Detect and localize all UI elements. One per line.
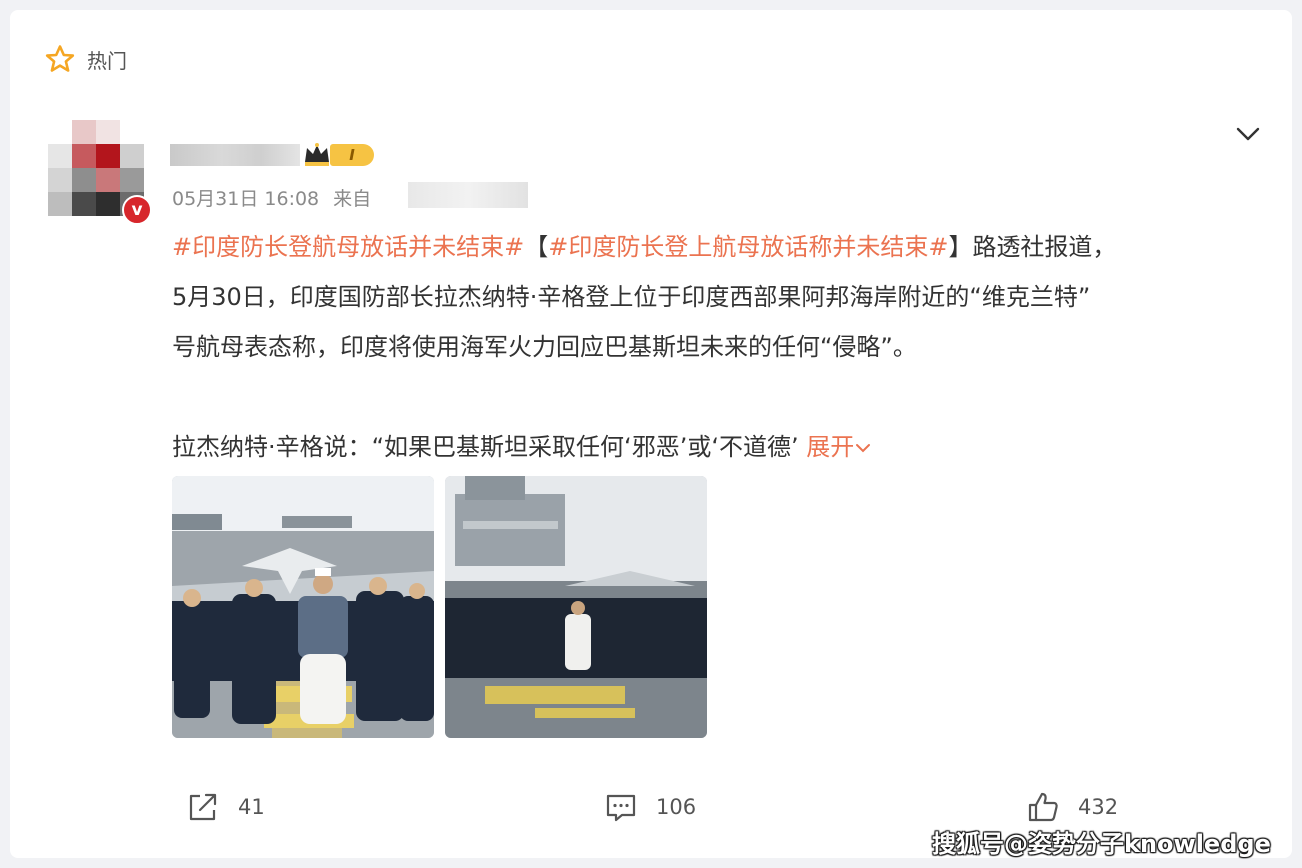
- watermark: 搜狐号@姿势分子knowledge: [932, 830, 1271, 858]
- level-badge: I: [330, 144, 374, 166]
- like-icon: [1028, 792, 1058, 822]
- post-text-line: 路透社报道，: [972, 233, 1117, 261]
- post-text-line: 5月30日，印度国防部长拉杰纳特·辛格登上位于印度西部果阿邦海岸附近的“维克兰特…: [172, 283, 1091, 311]
- post-text-line: 拉杰纳特·辛格说：“如果巴基斯坦采取任何‘邪恶’或‘不道德’: [172, 433, 799, 461]
- comment-button[interactable]: 106: [604, 790, 696, 824]
- crown-icon: [305, 143, 329, 166]
- source-blurred: [408, 182, 528, 208]
- photo-carrier-deck-crew: [445, 476, 707, 738]
- verified-badge: v: [122, 195, 152, 225]
- post-text-line: 号航母表态称，印度将使用海军火力回应巴基斯坦未来的任何“侵略”。: [172, 333, 917, 361]
- comment-icon: [606, 794, 636, 822]
- chevron-down-icon: [856, 444, 871, 453]
- bracket-close: 】: [948, 233, 973, 261]
- post-image[interactable]: [445, 476, 707, 738]
- expand-label: 展开: [806, 433, 855, 461]
- star-icon: [45, 45, 75, 72]
- hashtag-link[interactable]: #印度防长登上航母放话称并未结束#: [548, 233, 948, 261]
- bracket-open: 【: [524, 233, 549, 261]
- username-blurred[interactable]: [170, 144, 300, 166]
- like-count: 432: [1078, 795, 1119, 819]
- repost-button[interactable]: 41: [186, 790, 265, 824]
- chevron-down-icon[interactable]: [1234, 122, 1262, 146]
- hot-header[interactable]: 热门: [45, 44, 127, 74]
- like-button[interactable]: 432: [1026, 790, 1118, 824]
- post-text: #印度防长登航母放话并未结束#【#印度防长登上航母放话称并未结束#】路透社报道，…: [172, 222, 1252, 472]
- comment-count: 106: [656, 795, 697, 819]
- post-meta: 05月31日 16:08 来自: [172, 184, 371, 211]
- post-date[interactable]: 05月31日 16:08: [172, 188, 319, 210]
- hot-label: 热门: [87, 48, 127, 73]
- repost-count: 41: [238, 795, 265, 819]
- post-image[interactable]: [172, 476, 434, 738]
- photo-carrier-deck-leaders: [172, 476, 434, 738]
- hashtag-link[interactable]: #印度防长登航母放话并未结束#: [172, 233, 524, 261]
- repost-icon: [189, 793, 217, 821]
- from-label: 来自: [333, 188, 372, 210]
- expand-link[interactable]: 展开: [806, 433, 872, 461]
